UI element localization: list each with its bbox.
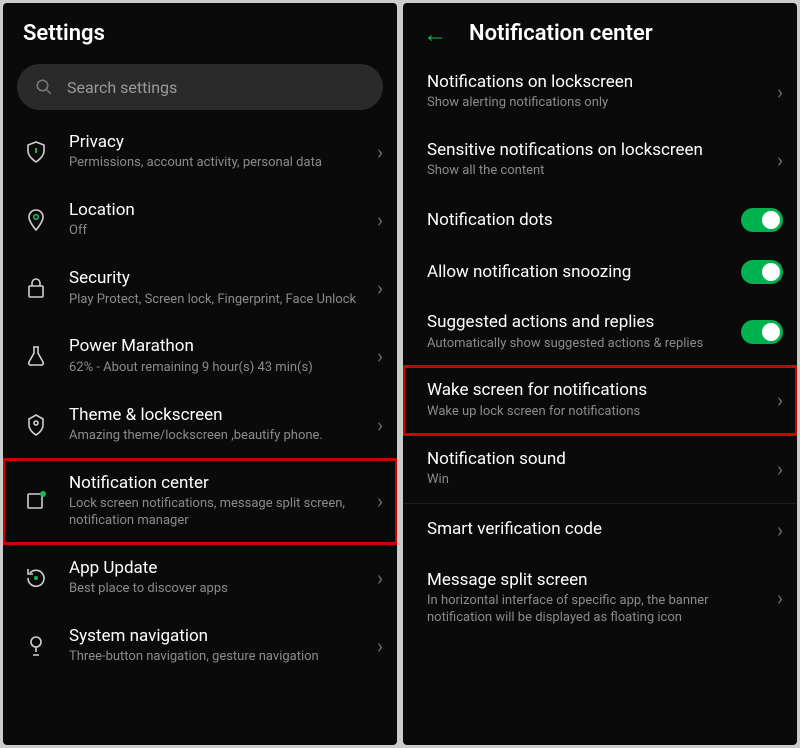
row-title: Notification dots: [427, 210, 741, 231]
row-notification-sound[interactable]: Notification sound Win ›: [403, 435, 797, 503]
chevron-right-icon: ›: [377, 140, 383, 164]
row-smart-verification[interactable]: Smart verification code ›: [403, 504, 797, 556]
chevron-right-icon: ›: [377, 276, 383, 300]
notification-center-title: Notification center: [469, 21, 653, 46]
row-title: Allow notification snoozing: [427, 262, 741, 283]
search-icon: [35, 78, 53, 96]
row-security[interactable]: Security Play Protect, Screen lock, Finge…: [3, 254, 397, 322]
row-system-navigation[interactable]: System navigation Three-button navigation…: [3, 612, 397, 680]
chevron-right-icon: ›: [777, 148, 783, 172]
row-notification-dots[interactable]: Notification dots: [403, 194, 797, 246]
row-sub: Permissions, account activity, personal …: [69, 155, 371, 172]
row-sub: Best place to discover apps: [69, 581, 371, 598]
chevron-right-icon: ›: [377, 344, 383, 368]
toggle-notification-dots[interactable]: [741, 208, 783, 232]
row-title: Notifications on lockscreen: [427, 72, 771, 93]
row-title: System navigation: [69, 626, 371, 647]
row-wake-screen[interactable]: Wake screen for notifications Wake up loc…: [403, 366, 797, 434]
row-title: Privacy: [69, 132, 371, 153]
row-title: Notification sound: [427, 449, 771, 470]
row-allow-snoozing[interactable]: Allow notification snoozing: [403, 246, 797, 298]
update-icon: [23, 565, 49, 591]
notification-center-screen: ← Notification center Notifications on l…: [403, 3, 797, 745]
settings-header: Settings: [3, 3, 397, 58]
row-sub: Lock screen notifications, message split…: [69, 496, 371, 530]
row-privacy[interactable]: Privacy Permissions, account activity, pe…: [3, 118, 397, 186]
row-sub: Show all the content: [427, 163, 771, 180]
row-sub: Off: [69, 223, 371, 240]
row-sub: In horizontal interface of specific app,…: [427, 593, 771, 627]
chevron-right-icon: ›: [777, 80, 783, 104]
back-arrow-icon[interactable]: ←: [423, 22, 447, 46]
row-location[interactable]: Location Off ›: [3, 186, 397, 254]
row-title: App Update: [69, 558, 371, 579]
chevron-right-icon: ›: [777, 457, 783, 481]
navigation-icon: [23, 633, 49, 659]
row-notifications-on-lockscreen[interactable]: Notifications on lockscreen Show alerting…: [403, 58, 797, 126]
row-sub: Win: [427, 472, 771, 489]
row-message-split-screen[interactable]: Message split screenIn horizontal interf…: [403, 556, 797, 641]
flask-icon: [23, 343, 49, 369]
toggle-allow-snoozing[interactable]: [741, 260, 783, 284]
toggle-suggested-actions[interactable]: [741, 320, 783, 344]
shield-icon: [23, 139, 49, 165]
row-sensitive-notifications[interactable]: Sensitive notifications on lockscreen Sho…: [403, 126, 797, 194]
row-title: Wake screen for notifications: [427, 380, 771, 401]
row-title: Location: [69, 200, 371, 221]
location-icon: [23, 207, 49, 233]
row-app-update[interactable]: App Update Best place to discover apps ›: [3, 544, 397, 612]
row-sub: Show alerting notifications only: [427, 95, 771, 112]
chevron-right-icon: ›: [777, 388, 783, 412]
search-placeholder: Search settings: [67, 78, 177, 97]
chevron-right-icon: ›: [777, 518, 783, 542]
chevron-right-icon: ›: [377, 413, 383, 437]
row-notification-center[interactable]: Notification centerLock screen notificat…: [3, 459, 397, 544]
row-title: Smart verification code: [427, 519, 771, 540]
chevron-right-icon: ›: [377, 489, 383, 513]
row-power-marathon[interactable]: Power Marathon 62% - About remaining 9 ho…: [3, 322, 397, 390]
chevron-right-icon: ›: [777, 586, 783, 610]
theme-icon: [23, 412, 49, 438]
row-title: Sensitive notifications on lockscreen: [427, 140, 771, 161]
row-suggested-actions[interactable]: Suggested actions and replies Automatical…: [403, 298, 797, 366]
row-sub: Amazing theme/lockscreen ,beautify phone…: [69, 428, 371, 445]
row-sub: Play Protect, Screen lock, Fingerprint, …: [69, 292, 371, 309]
row-title: Notification center: [69, 473, 371, 494]
row-sub: Wake up lock screen for notifications: [427, 404, 771, 421]
row-title: Power Marathon: [69, 336, 371, 357]
row-sub: Automatically show suggested actions & r…: [427, 336, 741, 353]
lock-icon: [23, 275, 49, 301]
row-title: Theme & lockscreen: [69, 405, 371, 426]
chevron-right-icon: ›: [377, 208, 383, 232]
row-title: Suggested actions and replies: [427, 312, 741, 333]
search-settings[interactable]: Search settings: [17, 64, 383, 110]
row-title: Security: [69, 268, 371, 289]
row-theme-lockscreen[interactable]: Theme & lockscreen Amazing theme/lockscre…: [3, 391, 397, 459]
settings-title: Settings: [23, 21, 105, 46]
notification-center-header: ← Notification center: [403, 3, 797, 58]
row-sub: Three-button navigation, gesture navigat…: [69, 649, 371, 666]
settings-screen: Settings Search settings Privacy Permissi…: [3, 3, 397, 745]
row-title: Message split screen: [427, 570, 771, 591]
chevron-right-icon: ›: [377, 634, 383, 658]
row-sub: 62% - About remaining 9 hour(s) 43 min(s…: [69, 360, 371, 377]
chevron-right-icon: ›: [377, 566, 383, 590]
notification-center-icon: [23, 488, 49, 514]
